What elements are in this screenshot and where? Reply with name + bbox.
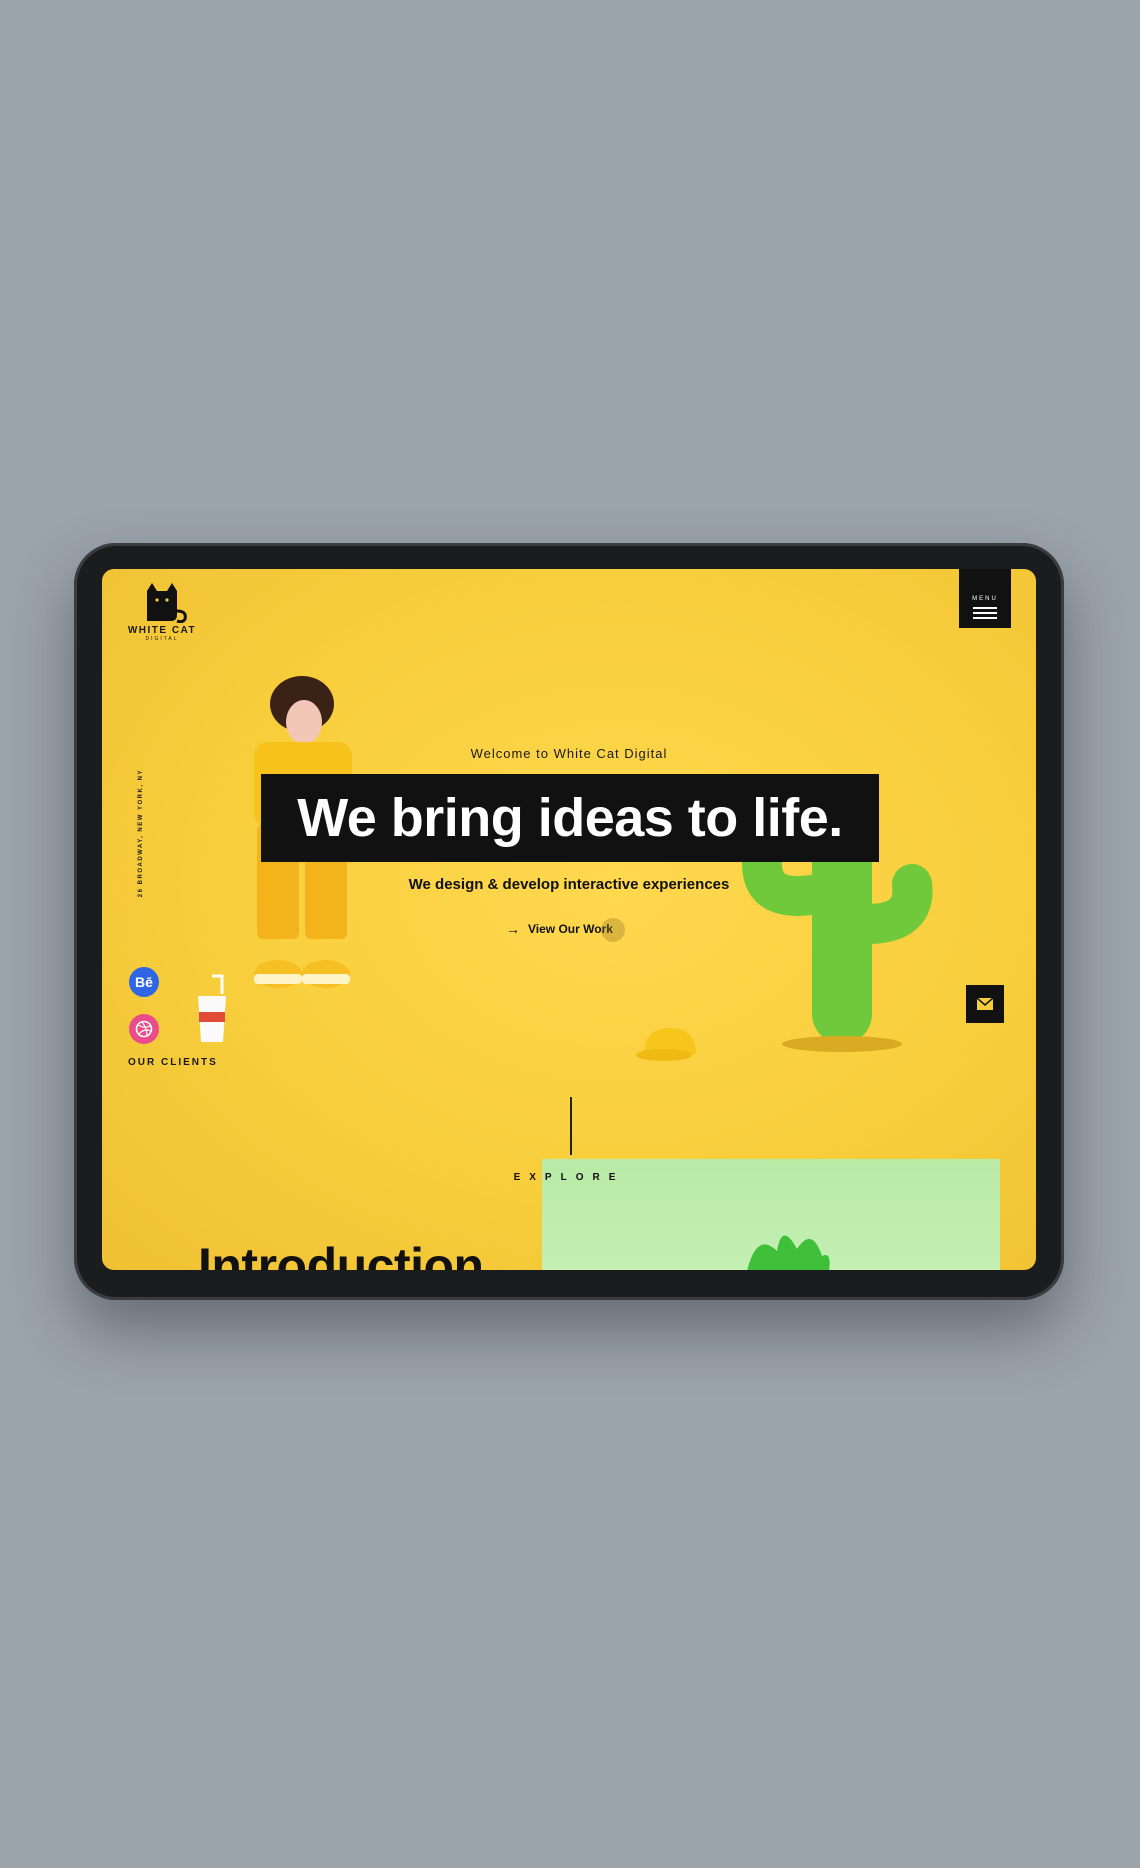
dribbble-button[interactable] (129, 1014, 159, 1044)
headline-banner: We bring ideas to life. (261, 774, 879, 862)
introduction-heading: Introduction (198, 1238, 484, 1270)
dribbble-icon (135, 1020, 153, 1038)
menu-button[interactable]: MENU (959, 569, 1011, 628)
cursor-dot (600, 918, 625, 942)
website-screen: WHITE CAT DIGITAL MENU 26 BROADWAY, NEW … (102, 569, 1036, 1270)
cat-icon (147, 583, 187, 623)
cap-illustration (636, 1028, 696, 1061)
hamburger-icon (973, 607, 997, 619)
explore-link[interactable]: EXPLORE (102, 1172, 1036, 1183)
hero-headline: We bring ideas to life. (297, 788, 843, 848)
view-our-work-link[interactable]: → View Our Work (506, 918, 625, 942)
explore-divider (570, 1097, 572, 1155)
hero-subheading: We design & develop interactive experien… (408, 876, 730, 893)
behance-icon: Bē (135, 974, 153, 990)
brand-logo[interactable]: WHITE CAT DIGITAL (126, 581, 198, 642)
our-clients-link[interactable]: OUR CLIENTS (128, 1057, 218, 1068)
brand-name: WHITE CAT (127, 625, 197, 636)
contact-mail-button[interactable] (966, 985, 1004, 1023)
mail-icon (977, 998, 993, 1010)
welcome-text: Welcome to White Cat Digital (470, 746, 668, 761)
brand-sub: DIGITAL (145, 636, 179, 642)
succulent-illustration (747, 1235, 830, 1270)
tablet-device: WHITE CAT DIGITAL MENU 26 BROADWAY, NEW … (74, 543, 1064, 1300)
cup-illustration (198, 974, 226, 1042)
menu-label: MENU (972, 596, 998, 602)
arrow-right-icon: → (506, 921, 520, 937)
behance-button[interactable]: Bē (129, 967, 159, 997)
